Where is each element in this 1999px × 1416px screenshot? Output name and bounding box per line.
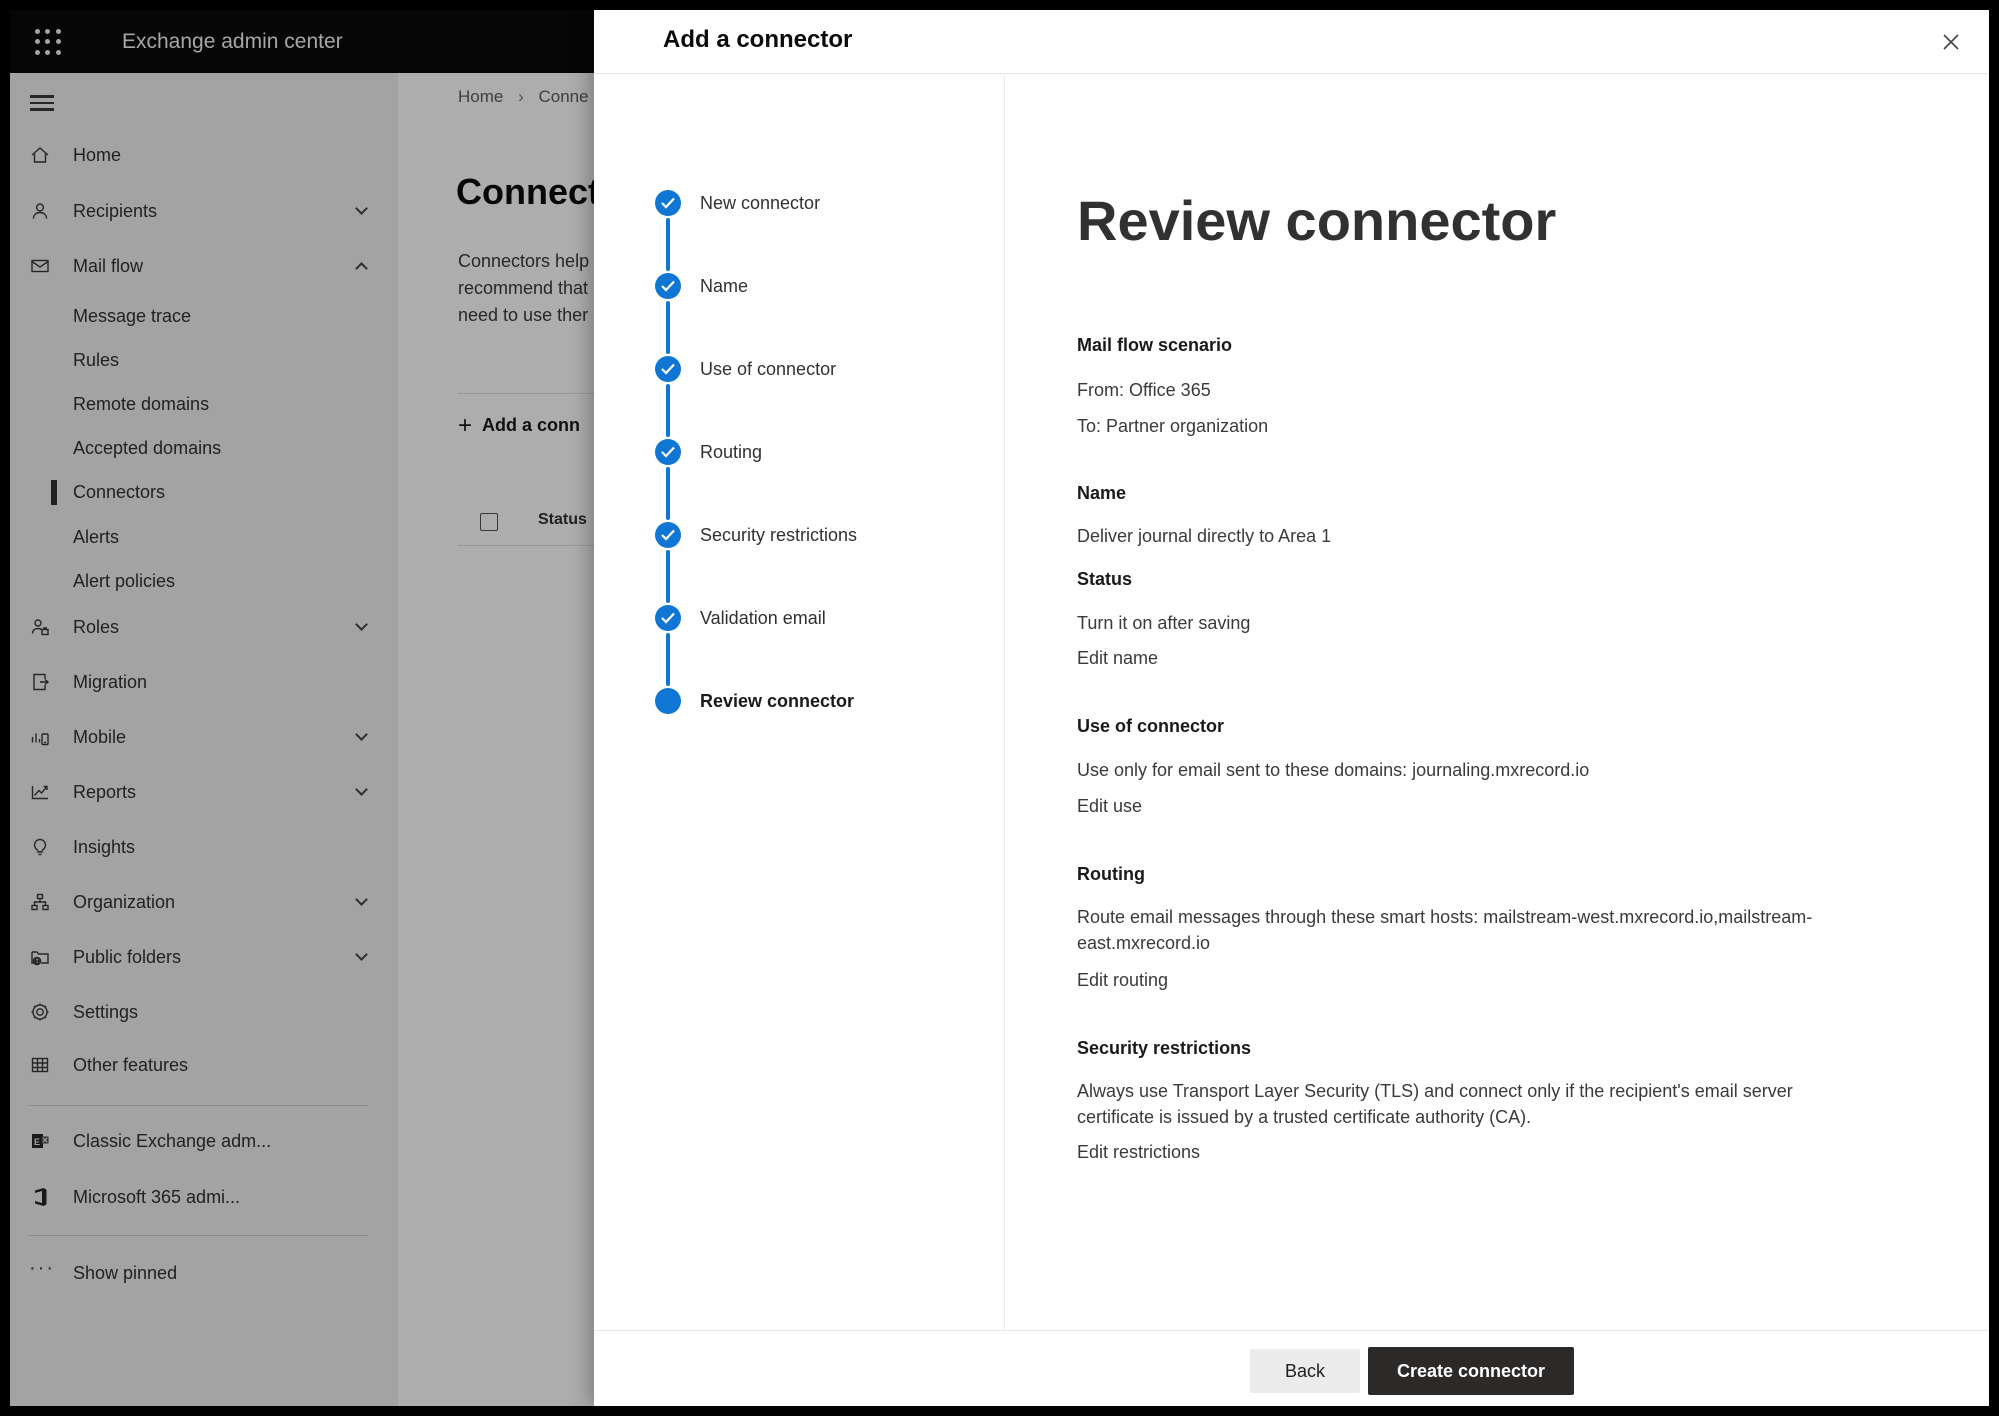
back-button[interactable]: Back [1250,1349,1360,1393]
name-heading: Name [1077,480,1126,506]
mail-flow-from: From: Office 365 [1077,377,1211,403]
step-name[interactable]: Name [594,273,1004,299]
step-check-icon [655,273,681,299]
step-review-connector[interactable]: Review connector [594,688,1004,714]
wizard-stepper: New connector Name Use of connector Rout… [594,74,1005,1330]
step-connector-line [666,301,670,354]
step-new-connector[interactable]: New connector [594,190,1004,216]
review-heading: Review connector [1077,185,1556,257]
step-connector-line [666,384,670,437]
step-label: Name [700,273,748,299]
step-check-icon [655,522,681,548]
edit-use-link[interactable]: Edit use [1077,793,1142,819]
step-use-of-connector[interactable]: Use of connector [594,356,1004,382]
step-connector-line [666,550,670,603]
edit-restrictions-link[interactable]: Edit restrictions [1077,1139,1200,1165]
step-connector-line [666,218,670,271]
security-restrictions-value: Always use Transport Layer Security (TLS… [1077,1078,1857,1130]
step-check-icon [655,439,681,465]
status-value: Turn it on after saving [1077,610,1250,636]
add-connector-dialog: Add a connector New connector Name Us [594,10,1989,1406]
use-of-connector-heading: Use of connector [1077,713,1224,739]
edit-routing-link[interactable]: Edit routing [1077,967,1168,993]
status-heading: Status [1077,566,1132,592]
step-check-icon [655,605,681,631]
step-label: Review connector [700,688,854,714]
dialog-footer: Back Create connector [594,1330,1989,1406]
step-check-icon [655,190,681,216]
step-security-restrictions[interactable]: Security restrictions [594,522,1004,548]
step-label: New connector [700,190,820,216]
mail-flow-to: To: Partner organization [1077,413,1268,439]
dialog-title: Add a connector [663,10,852,70]
use-of-connector-value: Use only for email sent to these domains… [1077,757,1589,783]
step-routing[interactable]: Routing [594,439,1004,465]
step-current-dot [655,688,681,714]
security-restrictions-heading: Security restrictions [1077,1035,1251,1061]
close-icon[interactable] [1935,26,1967,58]
step-connector-line [666,633,670,686]
screen: Exchange admin center Home Recipients Ma… [10,10,1989,1406]
step-label: Use of connector [700,356,836,382]
step-check-icon [655,356,681,382]
edit-name-link[interactable]: Edit name [1077,645,1158,671]
dialog-header: Add a connector [594,10,1989,74]
step-label: Security restrictions [700,522,857,548]
step-label: Routing [700,439,762,465]
step-validation-email[interactable]: Validation email [594,605,1004,631]
mail-flow-scenario-heading: Mail flow scenario [1077,332,1232,358]
routing-heading: Routing [1077,861,1145,887]
name-value: Deliver journal directly to Area 1 [1077,523,1331,549]
create-connector-button[interactable]: Create connector [1368,1347,1574,1395]
step-connector-line [666,467,670,520]
routing-value: Route email messages through these smart… [1077,904,1877,956]
step-label: Validation email [700,605,826,631]
